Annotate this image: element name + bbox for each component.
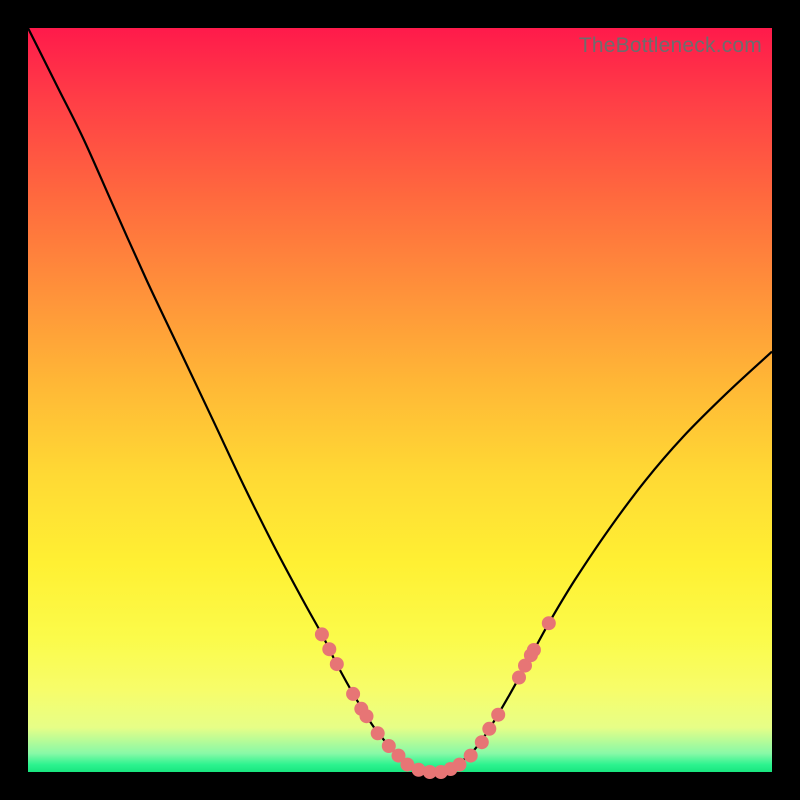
data-marker (542, 616, 556, 630)
chart-plot-area: TheBottleneck.com (28, 28, 772, 772)
data-marker (322, 642, 336, 656)
data-marker (491, 708, 505, 722)
data-marker (371, 726, 385, 740)
data-marker (512, 671, 526, 685)
data-marker (360, 709, 374, 723)
marker-group (315, 616, 556, 779)
chart-svg (28, 28, 772, 772)
data-marker (453, 758, 467, 772)
data-marker (475, 735, 489, 749)
bottleneck-curve (28, 28, 772, 772)
data-marker (330, 657, 344, 671)
data-marker (315, 627, 329, 641)
data-marker (464, 749, 478, 763)
data-marker (527, 643, 541, 657)
watermark-text: TheBottleneck.com (579, 34, 762, 58)
data-marker (482, 722, 496, 736)
data-marker (346, 687, 360, 701)
